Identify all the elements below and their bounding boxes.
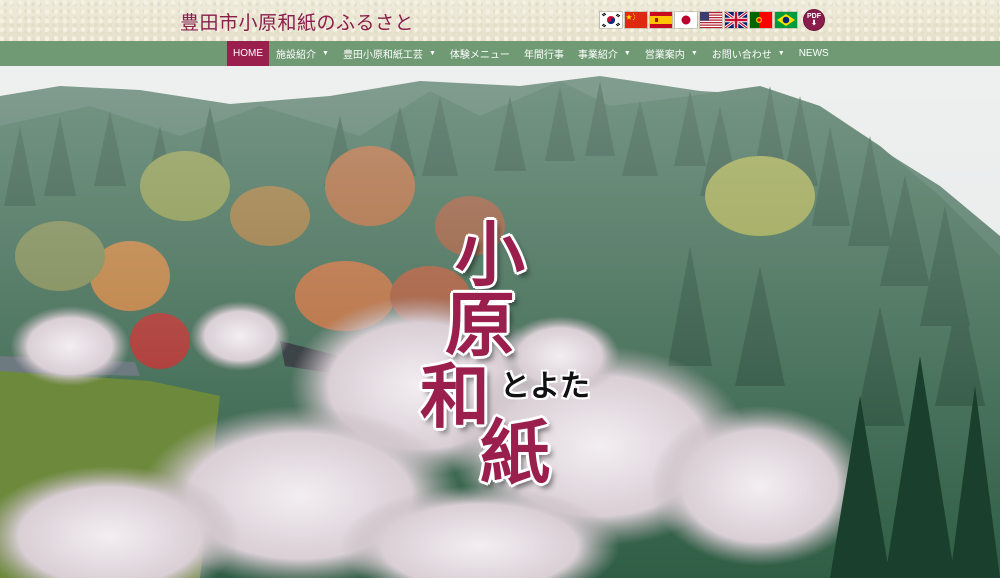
usa-flag-icon[interactable] [700, 12, 722, 28]
nav-menu: HOME 施設紹介 ▼ 豊田小原和紙工芸 ▼ 体験メニュー 年間行事 事業紹介 ▼ 営業案内 ▼ お問… [227, 41, 836, 66]
main-nav: HOME 施設紹介 ▼ 豊田小原和紙工芸 ▼ 体験メニュー 年間行事 事業紹介 ▼ 営業案内 ▼ お問… [0, 41, 1000, 66]
nav-item-label: HOME [233, 48, 263, 59]
nav-item-label: 営業案内 [644, 50, 685, 61]
hero-banner: 小 原 和 紙 とよた [0, 66, 1000, 578]
caret-down-icon: ▼ [428, 50, 436, 57]
korea-flag-icon[interactable] [600, 12, 622, 28]
site-title[interactable]: 豊田市小原和紙のふるさと [180, 8, 414, 35]
caret-down-icon: ▼ [623, 50, 631, 57]
hero-title-char-4: 紙 [480, 411, 550, 494]
nav-item-label: 年間行事 [523, 50, 564, 61]
download-arrow-icon: ⬇ [811, 20, 817, 27]
uk-flag-icon[interactable] [725, 12, 747, 28]
site-header: 豊田市小原和紙のふるさと PDF ⬇ [0, 0, 1000, 41]
brazil-flag-icon[interactable] [775, 12, 797, 28]
nav-item-4[interactable]: 年間行事 [517, 41, 571, 66]
nav-item-label: 施設紹介 [276, 50, 316, 61]
nav-item-6[interactable]: 営業案内 ▼ [638, 41, 705, 66]
nav-item-1[interactable]: 施設紹介 ▼ [269, 41, 336, 66]
hero-subtitle: とよた [500, 369, 590, 404]
language-flags: PDF ⬇ [600, 10, 824, 30]
china-flag-icon[interactable] [625, 12, 647, 28]
nav-item-3[interactable]: 体験メニュー [443, 41, 517, 66]
hero-title-char-2: 原 [445, 283, 515, 366]
japan-flag-icon[interactable] [675, 12, 697, 28]
nav-item-5[interactable]: 事業紹介 ▼ [571, 41, 638, 66]
nav-item-label: 豊田小原和紙工芸 [342, 50, 423, 61]
nav-item-label: NEWS [798, 48, 829, 59]
portugal-flag-icon[interactable] [750, 12, 772, 28]
spain-flag-icon[interactable] [650, 12, 672, 28]
hero-title-char-1: 小 [455, 213, 525, 296]
nav-item-label: 事業紹介 [577, 50, 618, 61]
caret-down-icon: ▼ [777, 50, 785, 57]
nav-item-label: 体験メニュー [449, 50, 510, 61]
nav-item-7[interactable]: お問い合わせ ▼ [705, 41, 792, 66]
nav-item-8[interactable]: NEWS [792, 41, 836, 66]
caret-down-icon: ▼ [690, 50, 698, 57]
nav-item-2[interactable]: 豊田小原和紙工芸 ▼ [336, 41, 443, 66]
caret-down-icon: ▼ [322, 50, 329, 57]
nav-item-label: お問い合わせ [711, 50, 772, 61]
pdf-download-icon[interactable]: PDF ⬇ [804, 10, 824, 30]
nav-item-0[interactable]: HOME [227, 41, 269, 66]
pdf-label: PDF [807, 13, 821, 20]
